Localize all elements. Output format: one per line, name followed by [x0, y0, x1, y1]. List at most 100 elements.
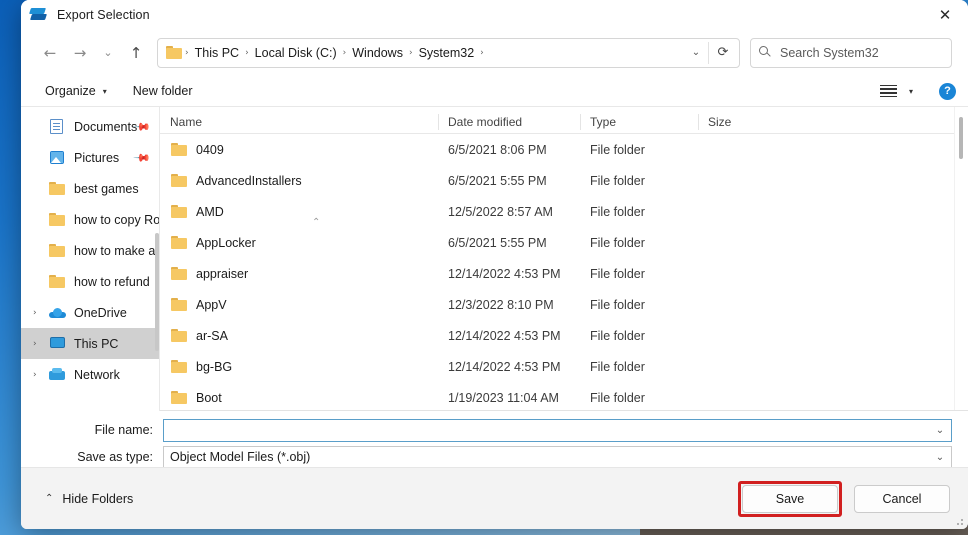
table-row[interactable]: AMD 12/5/2022 8:57 AM File folder — [160, 196, 968, 227]
file-type: File folder — [590, 142, 645, 157]
sidebar-item-how-to-refund[interactable]: › how to refund — [21, 266, 160, 297]
file-type: File folder — [590, 235, 645, 250]
table-row[interactable]: 0409 6/5/2021 8:06 PM File folder — [160, 134, 968, 165]
chevron-down-icon[interactable]: ⌄ — [684, 39, 708, 67]
chevron-down-icon[interactable]: ▾ — [909, 87, 913, 96]
file-type: File folder — [590, 359, 645, 374]
file-type: File folder — [590, 297, 645, 312]
file-date: 12/14/2022 4:53 PM — [448, 359, 561, 374]
form-area: File name: ⌄ Save as type: Object Model … — [21, 411, 968, 469]
chevron-down-icon[interactable]: ⌄ — [929, 447, 951, 468]
table-row[interactable]: appraiser 12/14/2022 4:53 PM File folder — [160, 258, 968, 289]
view-options-icon[interactable] — [879, 84, 897, 98]
chevron-right-icon[interactable]: › — [33, 308, 49, 318]
export-layers-icon — [29, 6, 47, 23]
search-box[interactable] — [750, 37, 952, 68]
file-name-field[interactable]: ⌄ — [163, 418, 952, 442]
table-row[interactable]: AppLocker 6/5/2021 5:55 PM File folder — [160, 227, 968, 258]
sidebar-item-pictures[interactable]: › Pictures 📌 — [21, 142, 160, 173]
new-folder-label: New folder — [132, 84, 193, 98]
column-header-name[interactable]: Name — [160, 111, 438, 134]
sidebar-item-best-games[interactable]: › best games — [21, 173, 160, 204]
folder-icon — [171, 359, 187, 374]
breadcrumb-this-pc[interactable]: This PC — [190, 46, 244, 60]
chevron-right-icon: › — [33, 215, 49, 225]
file-list: ⌃ Name Date modified Type Size 0409 6/5/… — [160, 107, 968, 411]
chevron-right-icon[interactable]: › — [33, 339, 49, 349]
sidebar-item-label: Pictures — [74, 150, 120, 165]
network-icon — [49, 367, 66, 382]
save-button-highlight: Save — [738, 480, 842, 517]
scrollbar-thumb[interactable] — [959, 117, 963, 159]
refresh-icon[interactable]: ⟳ — [709, 39, 737, 67]
file-date: 6/5/2021 8:06 PM — [448, 142, 547, 157]
address-bar[interactable]: › This PC › Local Disk (C:) › Windows › … — [157, 37, 740, 68]
file-name-input[interactable] — [164, 419, 929, 441]
cancel-button[interactable]: Cancel — [854, 484, 950, 513]
sidebar-item-label: how to refund — [74, 274, 150, 289]
navigation-bar: ← → ⌄ ↑ › This PC › Local Disk (C:) › Wi… — [21, 29, 968, 76]
sidebar-item-how-to-make[interactable]: › how to make a — [21, 235, 160, 266]
up-button[interactable]: ↑ — [121, 38, 151, 68]
sidebar-item-this-pc[interactable]: › This PC — [21, 328, 160, 359]
save-as-type-select[interactable]: Object Model Files (*.obj) ⌄ — [163, 445, 952, 469]
save-button[interactable]: Save — [742, 484, 838, 513]
table-row[interactable]: Boot 1/19/2023 11:04 AM File folder — [160, 382, 968, 411]
save-as-type-row: Save as type: Object Model Files (*.obj)… — [37, 445, 952, 469]
sidebar-item-how-to-copy[interactable]: › how to copy Ro — [21, 204, 160, 235]
column-header-size[interactable]: Size — [698, 111, 780, 134]
forward-button[interactable]: → — [65, 38, 95, 68]
file-name: bg-BG — [196, 359, 233, 374]
breadcrumb-local-disk[interactable]: Local Disk (C:) — [250, 46, 342, 60]
folder-icon — [171, 328, 187, 343]
sidebar-item-network[interactable]: › Network — [21, 359, 160, 390]
computer-icon — [49, 336, 66, 351]
chevron-down-icon: ▾ — [102, 86, 107, 96]
close-icon[interactable]: ✕ — [922, 0, 968, 29]
file-name-label: File name: — [94, 423, 153, 437]
document-icon — [49, 119, 66, 134]
breadcrumb-separator: › — [480, 47, 484, 58]
chevron-down-icon[interactable]: ⌄ — [929, 420, 951, 441]
sidebar-item-label: This PC — [74, 336, 119, 351]
navigation-pane: › Documents 📌 › Pictures 📌 › best games — [21, 107, 160, 411]
column-header-type[interactable]: Type — [580, 111, 698, 134]
breadcrumb-windows[interactable]: Windows — [347, 46, 408, 60]
file-list-scrollbar[interactable] — [954, 107, 968, 411]
search-input[interactable] — [780, 45, 943, 60]
export-selection-dialog: Export Selection ✕ ← → ⌄ ↑ › This PC › L… — [21, 0, 968, 529]
hide-folders-button[interactable]: ⌃ Hide Folders — [45, 492, 133, 506]
folder-icon — [49, 274, 66, 289]
file-date: 12/5/2022 8:57 AM — [448, 204, 553, 219]
file-date: 1/19/2023 11:04 AM — [448, 390, 559, 405]
folder-icon — [171, 142, 187, 157]
chevron-right-icon: › — [33, 184, 49, 194]
breadcrumb-system32[interactable]: System32 — [414, 46, 480, 60]
hide-folders-label: Hide Folders — [62, 491, 134, 506]
table-row[interactable]: ar-SA 12/14/2022 4:53 PM File folder — [160, 320, 968, 351]
table-row[interactable]: AppV 12/3/2022 8:10 PM File folder — [160, 289, 968, 320]
sidebar-item-label: Documents — [74, 119, 138, 134]
sidebar-item-label: OneDrive — [74, 305, 127, 320]
back-button[interactable]: ← — [35, 38, 65, 68]
column-header-date-modified[interactable]: Date modified — [438, 111, 580, 134]
save-as-type-value: Object Model Files (*.obj) — [170, 450, 311, 464]
table-row[interactable]: AdvancedInstallers 6/5/2021 5:55 PM File… — [160, 165, 968, 196]
chevron-right-icon: › — [33, 246, 49, 256]
recent-locations-button[interactable]: ⌄ — [95, 38, 121, 68]
help-icon[interactable]: ? — [939, 82, 956, 100]
chevron-right-icon[interactable]: › — [33, 370, 49, 380]
chevron-right-icon: › — [33, 277, 49, 287]
organize-button[interactable]: Organize ▾ — [45, 84, 107, 98]
file-name: ar-SA — [196, 328, 228, 343]
table-row[interactable]: bg-BG 12/14/2022 4:53 PM File folder — [160, 351, 968, 382]
file-type: File folder — [590, 173, 645, 188]
sidebar-item-onedrive[interactable]: › OneDrive — [21, 297, 160, 328]
new-folder-button[interactable]: New folder — [133, 84, 193, 98]
sidebar-item-label: best games — [74, 181, 139, 196]
sidebar-item-documents[interactable]: › Documents 📌 — [21, 111, 160, 142]
resize-grip[interactable] — [953, 515, 963, 525]
divider — [160, 410, 968, 411]
pin-icon[interactable]: 📌 — [133, 149, 152, 168]
save-as-type-label: Save as type: — [77, 450, 153, 464]
